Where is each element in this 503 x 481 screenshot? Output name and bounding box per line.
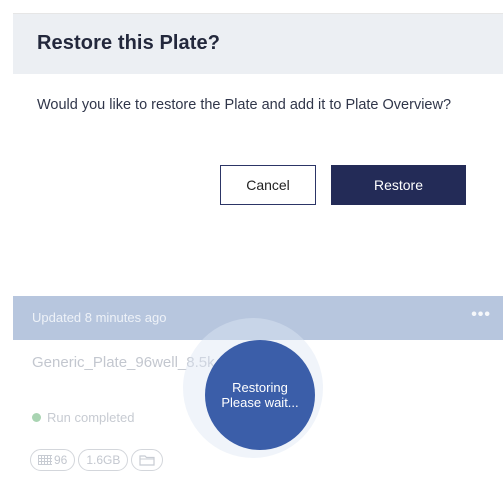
updated-timestamp: Updated 8 minutes ago bbox=[32, 310, 167, 325]
cancel-button[interactable]: Cancel bbox=[220, 165, 316, 205]
folder-chip[interactable] bbox=[131, 449, 164, 471]
restore-button[interactable]: Restore bbox=[331, 165, 466, 205]
more-options-icon[interactable]: ••• bbox=[471, 306, 491, 324]
status-badge: Run completed bbox=[32, 410, 134, 425]
restoring-indicator: Restoring Please wait... bbox=[205, 340, 315, 450]
status-dot-icon bbox=[32, 413, 41, 422]
file-size: 1.6GB bbox=[86, 453, 121, 467]
dialog-message: Would you like to restore the Plate and … bbox=[37, 97, 452, 113]
plate-chips: 96 1.6GB bbox=[30, 449, 164, 471]
restoring-label: Restoring bbox=[232, 380, 288, 395]
wells-chip: 96 bbox=[30, 449, 76, 471]
folder-icon bbox=[139, 455, 155, 466]
grid-icon bbox=[38, 455, 52, 465]
dialog-header: Restore this Plate? bbox=[13, 14, 503, 74]
please-wait-label: Please wait... bbox=[221, 395, 299, 410]
wells-count: 96 bbox=[54, 453, 68, 467]
status-text: Run completed bbox=[47, 410, 135, 425]
dialog-title: Restore this Plate? bbox=[37, 32, 221, 54]
size-chip: 1.6GB bbox=[78, 449, 129, 471]
